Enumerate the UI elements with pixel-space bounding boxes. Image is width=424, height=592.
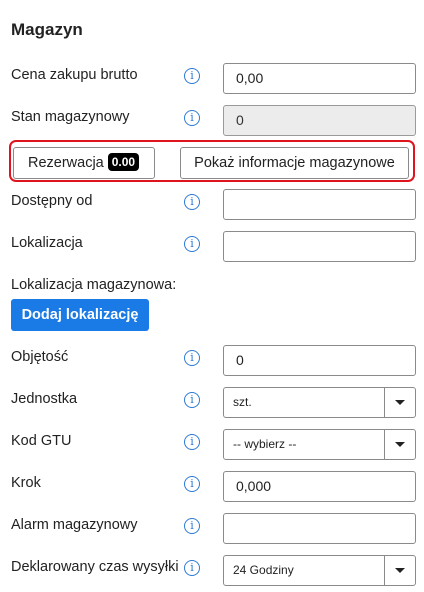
info-icon[interactable]: i xyxy=(184,392,200,408)
info-icon[interactable]: i xyxy=(184,68,200,84)
reservation-button[interactable]: Rezerwacja 0.00 xyxy=(13,147,155,179)
unit-label: Jednostka xyxy=(11,391,78,407)
info-icon[interactable]: i xyxy=(184,476,200,492)
stock-alarm-input[interactable] xyxy=(223,513,416,544)
available-from-label: Dostępny od xyxy=(11,193,93,209)
volume-input[interactable]: 0 xyxy=(223,345,416,376)
step-label: Krok xyxy=(11,475,41,491)
shipping-time-select[interactable]: 24 Godziny xyxy=(223,555,416,586)
unit-select-value: szt. xyxy=(233,395,252,409)
info-icon[interactable]: i xyxy=(184,350,200,366)
section-title: Magazyn xyxy=(11,20,83,39)
gtu-code-select-value: -- wybierz -- xyxy=(233,437,297,451)
stock-input: 0 xyxy=(223,105,416,136)
gtu-code-select[interactable]: -- wybierz -- xyxy=(223,429,416,460)
add-location-button[interactable]: Dodaj lokalizację xyxy=(11,299,149,331)
unit-select[interactable]: szt. xyxy=(223,387,416,418)
step-input[interactable]: 0,000 xyxy=(223,471,416,502)
info-icon[interactable]: i xyxy=(184,434,200,450)
purchase-price-label: Cena zakupu brutto xyxy=(11,67,138,83)
stock-alarm-label: Alarm magazynowy xyxy=(11,517,138,533)
chevron-down-icon[interactable] xyxy=(384,388,415,417)
reservation-badge: 0.00 xyxy=(107,153,140,171)
volume-label: Objętość xyxy=(11,349,69,365)
info-icon[interactable]: i xyxy=(184,236,200,252)
stock-label: Stan magazynowy xyxy=(11,109,130,125)
show-stock-info-button[interactable]: Pokaż informacje magazynowe xyxy=(180,147,409,179)
shipping-time-select-value: 24 Godziny xyxy=(233,563,294,577)
reservation-label: Rezerwacja xyxy=(28,155,104,171)
chevron-down-icon[interactable] xyxy=(384,430,415,459)
chevron-down-icon[interactable] xyxy=(384,556,415,585)
location-input[interactable] xyxy=(223,231,416,262)
available-from-input[interactable] xyxy=(223,189,416,220)
location-label: Lokalizacja xyxy=(11,235,83,251)
shipping-time-label: Deklarowany czas wysyłki xyxy=(11,559,179,575)
purchase-price-input[interactable]: 0,00 xyxy=(223,63,416,94)
gtu-code-label: Kod GTU xyxy=(11,433,72,449)
warehouse-location-label: Lokalizacja magazynowa: xyxy=(11,277,177,293)
info-icon[interactable]: i xyxy=(184,518,200,534)
info-icon[interactable]: i xyxy=(184,194,200,210)
info-icon[interactable]: i xyxy=(184,560,200,576)
info-icon[interactable]: i xyxy=(184,110,200,126)
